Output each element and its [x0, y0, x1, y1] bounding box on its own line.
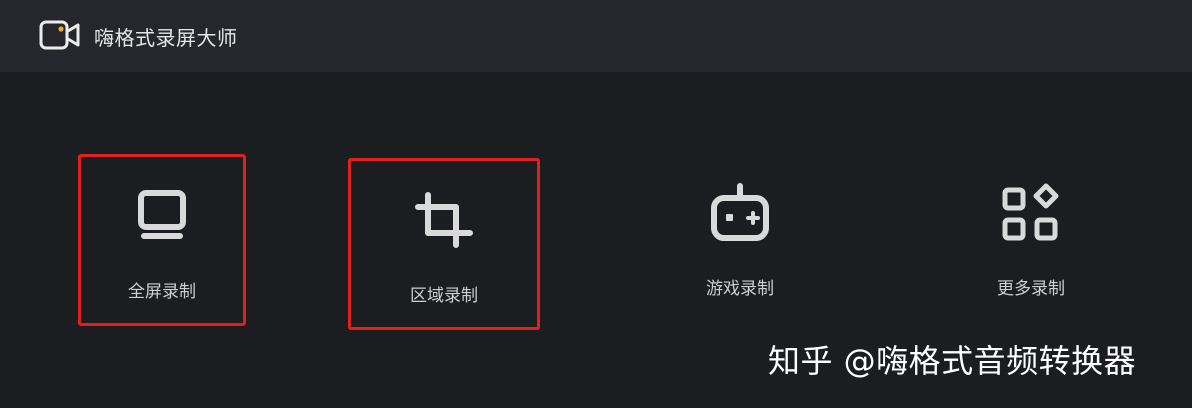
more-record-button[interactable]: 更多录制: [947, 154, 1115, 326]
gamepad-icon: [708, 182, 772, 246]
region-record-button[interactable]: 区域录制: [348, 158, 540, 330]
more-record-label: 更多录制: [997, 279, 1065, 299]
region-record-label: 区域录制: [410, 286, 478, 306]
watermark: 知乎 @嗨格式音频转换器: [768, 342, 1137, 380]
game-record-label: 游戏录制: [706, 279, 774, 299]
fullscreen-record-label: 全屏录制: [128, 282, 196, 302]
title-bar: 嗨格式录屏大师: [0, 0, 1192, 72]
video-camera-icon: [38, 18, 84, 54]
game-record-button[interactable]: 游戏录制: [656, 154, 824, 326]
crop-icon: [412, 189, 476, 253]
fullscreen-record-button[interactable]: 全屏录制: [78, 154, 246, 326]
apps-icon: [999, 182, 1063, 246]
monitor-icon: [130, 185, 194, 249]
app-title: 嗨格式录屏大师: [94, 25, 238, 50]
